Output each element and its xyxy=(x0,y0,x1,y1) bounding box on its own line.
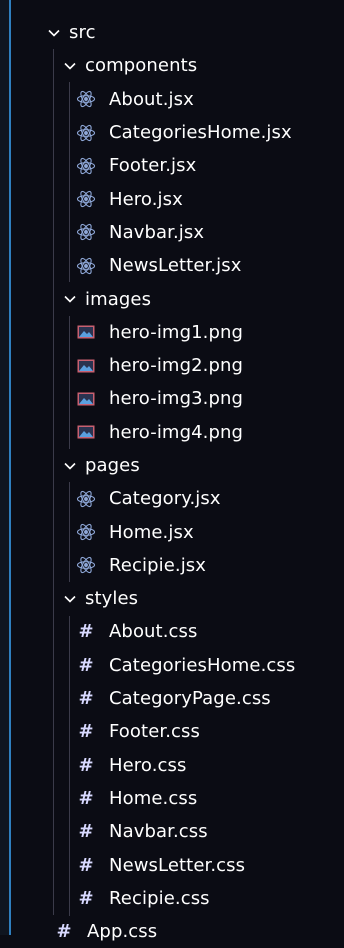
css-hash-icon: # xyxy=(78,621,94,643)
folder-styles[interactable]: styles xyxy=(11,582,344,615)
file-row-newsletter-css[interactable]: # NewsLetter.css xyxy=(11,848,344,881)
react-icon xyxy=(75,155,97,177)
file-row-hero-img3[interactable]: hero-img3.png xyxy=(11,382,344,415)
file-label: Home.css xyxy=(109,787,198,809)
css-hash-icon: # xyxy=(78,887,94,909)
folder-pages[interactable]: pages xyxy=(11,449,344,482)
indent-guide xyxy=(69,82,70,282)
react-icon xyxy=(75,188,97,210)
css-hash-icon: # xyxy=(78,654,94,676)
file-row-home-css[interactable]: # Home.css xyxy=(11,782,344,815)
file-row-about-css[interactable]: # About.css xyxy=(11,615,344,648)
file-row-home-jsx[interactable]: Home.jsx xyxy=(11,515,344,548)
folder-components[interactable]: components xyxy=(11,49,344,82)
indent-guide xyxy=(69,316,70,449)
react-icon xyxy=(75,122,97,144)
chevron-down-icon xyxy=(63,59,77,73)
react-icon xyxy=(75,488,97,510)
file-label: hero-img3.png xyxy=(109,388,244,410)
css-hash-icon: # xyxy=(78,854,94,876)
image-file-icon xyxy=(75,388,97,410)
react-icon xyxy=(75,88,97,110)
indent-guide xyxy=(53,49,54,915)
file-row-navbar-css[interactable]: # Navbar.css xyxy=(11,815,344,848)
file-row-recipie-jsx[interactable]: Recipie.jsx xyxy=(11,549,344,582)
react-icon xyxy=(75,554,97,576)
file-row-navbar-jsx[interactable]: Navbar.jsx xyxy=(11,216,344,249)
file-label: CategoriesHome.jsx xyxy=(109,122,292,144)
file-row-categorieshome-css[interactable]: # CategoriesHome.css xyxy=(11,649,344,682)
css-hash-icon: # xyxy=(78,754,94,776)
file-label: hero-img1.png xyxy=(109,321,244,343)
chevron-down-icon xyxy=(63,292,77,306)
folder-src[interactable]: src xyxy=(11,16,344,49)
chevron-down-icon xyxy=(63,459,77,473)
file-row-hero-css[interactable]: # Hero.css xyxy=(11,749,344,782)
file-label: Hero.jsx xyxy=(109,188,183,210)
file-label: Footer.jsx xyxy=(109,155,197,177)
file-label: CategoryPage.css xyxy=(109,688,271,710)
css-hash-icon: # xyxy=(78,821,94,843)
file-row-categorieshome-jsx[interactable]: CategoriesHome.jsx xyxy=(11,116,344,149)
folder-label: styles xyxy=(85,588,139,610)
react-icon xyxy=(75,255,97,277)
window-edge xyxy=(0,0,11,935)
css-hash-icon: # xyxy=(78,688,94,710)
file-label: Recipie.css xyxy=(109,887,210,909)
indent-guide xyxy=(69,616,70,916)
file-row-hero-img2[interactable]: hero-img2.png xyxy=(11,349,344,382)
css-hash-icon: # xyxy=(78,721,94,743)
file-label: CategoriesHome.css xyxy=(109,654,296,676)
file-row-hero-img4[interactable]: hero-img4.png xyxy=(11,416,344,449)
file-label: NewsLetter.css xyxy=(109,854,246,876)
folder-images[interactable]: images xyxy=(11,282,344,315)
file-row-about-jsx[interactable]: About.jsx xyxy=(11,83,344,116)
react-icon xyxy=(75,521,97,543)
file-row-hero-img1[interactable]: hero-img1.png xyxy=(11,316,344,349)
file-row-newsletter-jsx[interactable]: NewsLetter.jsx xyxy=(11,249,344,282)
file-label: hero-img2.png xyxy=(109,355,244,377)
file-label: Navbar.css xyxy=(109,821,208,843)
chevron-down-icon xyxy=(63,592,77,606)
file-explorer-tree: src components About.jsx CategoriesHome.… xyxy=(11,16,344,948)
folder-label: components xyxy=(85,55,198,77)
image-file-icon xyxy=(75,421,97,443)
file-row-app-css[interactable]: # App.css xyxy=(11,915,344,948)
folder-label: src xyxy=(69,22,96,44)
folder-label: pages xyxy=(85,455,140,476)
file-label: Home.jsx xyxy=(109,521,194,543)
file-row-footer-jsx[interactable]: Footer.jsx xyxy=(11,149,344,182)
file-row-recipie-css[interactable]: # Recipie.css xyxy=(11,882,344,915)
chevron-down-icon xyxy=(47,26,61,40)
file-label: About.css xyxy=(109,621,198,643)
folder-label: images xyxy=(85,288,152,310)
image-file-icon xyxy=(75,321,97,343)
css-hash-icon: # xyxy=(78,787,94,809)
image-file-icon xyxy=(75,355,97,377)
file-label: Recipie.jsx xyxy=(109,554,207,576)
file-label: Hero.css xyxy=(109,754,187,776)
css-hash-icon: # xyxy=(56,921,72,943)
file-row-hero-jsx[interactable]: Hero.jsx xyxy=(11,182,344,215)
file-row-categorypage-css[interactable]: # CategoryPage.css xyxy=(11,682,344,715)
file-label: hero-img4.png xyxy=(109,421,244,443)
file-label: App.css xyxy=(87,921,158,943)
file-row-category-jsx[interactable]: Category.jsx xyxy=(11,482,344,515)
file-row-footer-css[interactable]: # Footer.css xyxy=(11,715,344,748)
react-icon xyxy=(75,221,97,243)
file-label: Navbar.jsx xyxy=(109,221,205,243)
file-label: NewsLetter.jsx xyxy=(109,255,242,277)
file-label: Footer.css xyxy=(109,721,200,743)
file-label: About.jsx xyxy=(109,88,194,110)
file-label: Category.jsx xyxy=(109,488,221,510)
indent-guide xyxy=(69,482,70,582)
